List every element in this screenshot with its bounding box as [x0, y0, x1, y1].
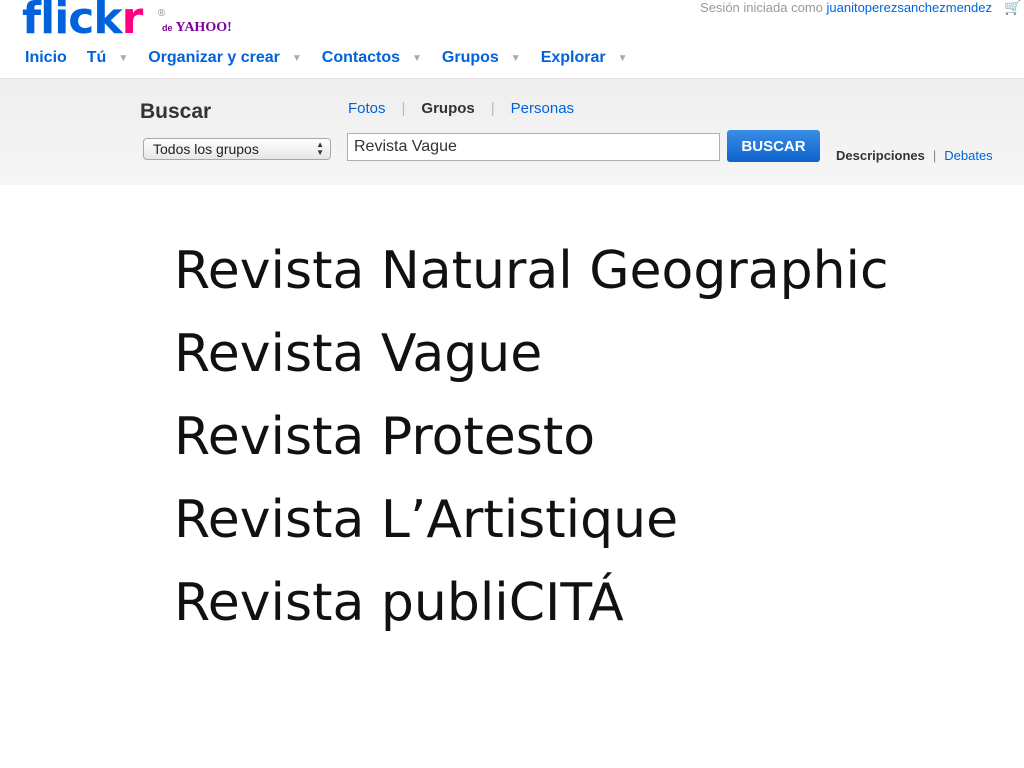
group-scope-value: Todos los grupos: [153, 141, 259, 157]
revista-list-item: Revista Natural Geographic: [174, 241, 889, 301]
cart-icon[interactable]: 🛒: [1004, 0, 1021, 14]
logo-registered-mark: ®: [158, 8, 166, 19]
revista-list-item: Revista L’Artistique: [174, 490, 679, 550]
tab-separator: |: [401, 100, 406, 117]
search-input[interactable]: [347, 133, 720, 161]
caret-down-icon[interactable]: ▼: [618, 53, 628, 64]
yahoo-sublogo: de YAHOO!: [162, 20, 232, 36]
logo-text-main: flick: [22, 0, 123, 44]
search-title: Buscar: [140, 100, 212, 123]
select-arrows-icon: ▲ ▼: [316, 140, 324, 157]
search-tabs: Fotos | Grupos | Personas: [348, 100, 574, 117]
username-link[interactable]: juanitoperezsanchezmendez: [827, 0, 993, 15]
nav-item-label: Organizar y crear: [148, 49, 280, 66]
top-header: flickr ® de YAHOO! Sesión iniciada como …: [0, 0, 1024, 79]
nav-item-tú[interactable]: Tú ▼: [87, 49, 128, 67]
option-debates[interactable]: Debates: [944, 148, 992, 163]
revista-list-item: Revista Vague: [174, 324, 543, 384]
search-tab-personas[interactable]: Personas: [511, 100, 574, 117]
flickr-page: flickr ® de YAHOO! Sesión iniciada como …: [0, 0, 1024, 768]
search-options: Descripciones | Debates: [836, 148, 993, 163]
caret-down-icon[interactable]: ▼: [118, 53, 128, 64]
logo-text-accent: r: [121, 0, 144, 44]
signed-in-prefix: Sesión iniciada como: [700, 0, 827, 15]
revista-list-item: Revista publiCITÁ: [174, 573, 624, 633]
search-tab-grupos[interactable]: Grupos: [421, 100, 474, 117]
nav-item-contactos[interactable]: Contactos ▼: [322, 49, 422, 67]
search-tab-fotos[interactable]: Fotos: [348, 100, 386, 117]
nav-item-inicio[interactable]: Inicio: [25, 49, 67, 67]
nav-item-label: Inicio: [25, 49, 67, 66]
nav-item-label: Grupos: [441, 49, 499, 66]
caret-down-icon[interactable]: ▼: [511, 53, 521, 64]
main-nav: Inicio Tú ▼ Organizar y crear ▼ Contactos ▼ Gru…: [25, 46, 648, 70]
caret-down-icon[interactable]: ▼: [412, 53, 422, 64]
revista-list: Revista Natural Geographic Revista Vague R…: [174, 230, 889, 645]
option-separator: |: [932, 148, 937, 163]
nav-item-explorar[interactable]: Explorar ▼: [541, 49, 628, 67]
revista-list-item: Revista Protesto: [174, 407, 596, 467]
option-descripciones[interactable]: Descripciones: [836, 148, 925, 163]
nav-item-grupos[interactable]: Grupos ▼: [442, 49, 521, 67]
flickr-logo[interactable]: flickr: [22, 0, 144, 44]
nav-item-organizar-y-crear[interactable]: Organizar y crear ▼: [148, 49, 302, 67]
search-band: [0, 79, 1024, 185]
caret-down-icon[interactable]: ▼: [292, 53, 302, 64]
yahoo-sublogo-brand: YAHOO!: [175, 20, 232, 35]
search-button[interactable]: BUSCAR: [727, 130, 820, 162]
nav-item-label: Explorar: [540, 49, 606, 66]
nav-item-label: Contactos: [321, 49, 400, 66]
signed-in-status: Sesión iniciada como juanitoperezsanchez…: [700, 0, 992, 15]
tab-separator: |: [490, 100, 495, 117]
yahoo-sublogo-de: de: [162, 23, 173, 33]
nav-item-label: Tú: [86, 49, 107, 66]
group-scope-select[interactable]: Todos los grupos ▲ ▼: [143, 138, 331, 160]
